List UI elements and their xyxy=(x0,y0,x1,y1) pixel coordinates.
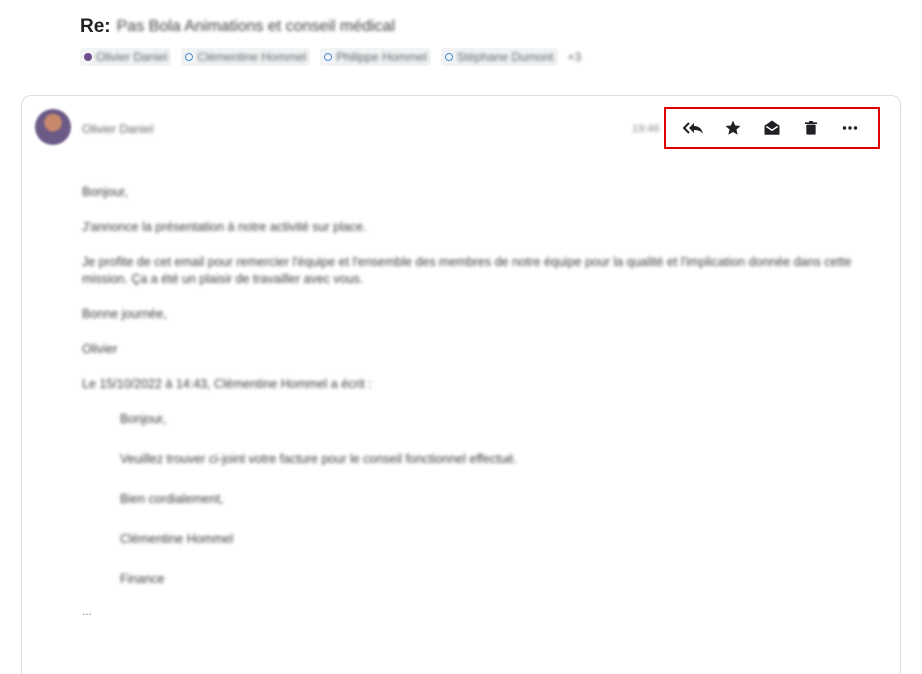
body-paragraph: Bonjour, xyxy=(82,185,128,199)
avatar[interactable] xyxy=(35,109,71,145)
show-trimmed-content[interactable]: ... xyxy=(82,604,92,618)
quote-paragraph: Clémentine Hommel xyxy=(120,532,234,546)
email-subject: Re: Pas Bola Animations et conseil médic… xyxy=(80,14,395,40)
quote-header: Le 15/10/2022 à 14:43, Clémentine Hommel… xyxy=(82,377,372,391)
mark-read-button[interactable] xyxy=(757,113,787,143)
person-icon xyxy=(324,53,333,61)
envelope-open-icon xyxy=(764,120,780,135)
quote-paragraph: Bonjour, xyxy=(120,412,166,426)
reply-all-icon xyxy=(682,122,703,134)
more-horizontal-icon xyxy=(843,126,858,130)
trash-icon xyxy=(805,121,818,135)
more-button[interactable] xyxy=(835,113,865,143)
reply-all-button[interactable] xyxy=(679,113,709,143)
message-toolbar xyxy=(664,107,880,149)
recipient-chip[interactable]: Stéphane Dumont xyxy=(440,48,558,66)
recipient-chip[interactable]: Clémentine Hommel xyxy=(181,48,311,66)
message-card: Olivier Daniel 19:46 Bonjour, J'annonce … xyxy=(21,95,901,674)
body-paragraph: Bonne journée, xyxy=(82,307,167,321)
message-date: 19:46 xyxy=(632,123,660,135)
recipient-name: Olivier Daniel xyxy=(96,50,168,64)
sender-name[interactable]: Olivier Daniel xyxy=(82,122,153,136)
subject-prefix: Re: xyxy=(80,16,111,37)
more-recipients-toggle[interactable]: +3 xyxy=(568,50,582,64)
recipient-chip[interactable]: Olivier Daniel xyxy=(80,48,172,66)
email-view: Re: Pas Bola Animations et conseil médic… xyxy=(0,0,922,674)
recipient-chip[interactable]: Philippe Hommel xyxy=(320,48,431,66)
recipient-name: Clémentine Hommel xyxy=(197,50,307,64)
person-icon xyxy=(84,53,92,61)
body-paragraph: Olivier xyxy=(82,342,118,356)
quoted-message: Bonjour, Veuillez trouver ci-joint votre… xyxy=(120,411,862,588)
star-icon xyxy=(725,120,741,135)
person-icon xyxy=(444,53,453,61)
body-paragraph: J'annonce la présentation à notre activi… xyxy=(82,220,367,234)
quote-paragraph: Veuillez trouver ci-joint votre facture … xyxy=(120,452,518,466)
message-body: Bonjour, J'annonce la présentation à not… xyxy=(82,184,862,611)
star-button[interactable] xyxy=(718,113,748,143)
person-icon xyxy=(185,53,194,61)
delete-button[interactable] xyxy=(796,113,826,143)
subject-text: Pas Bola Animations et conseil médical xyxy=(116,18,395,35)
body-paragraph: Je profite de cet email pour remercier l… xyxy=(82,255,852,286)
recipient-list: Olivier Daniel Clémentine Hommel Philipp… xyxy=(80,48,581,66)
quote-paragraph: Bien cordialement, xyxy=(120,492,224,506)
quote-paragraph: Finance xyxy=(120,572,165,586)
recipient-name: Philippe Hommel xyxy=(336,50,427,64)
recipient-name: Stéphane Dumont xyxy=(456,50,554,64)
